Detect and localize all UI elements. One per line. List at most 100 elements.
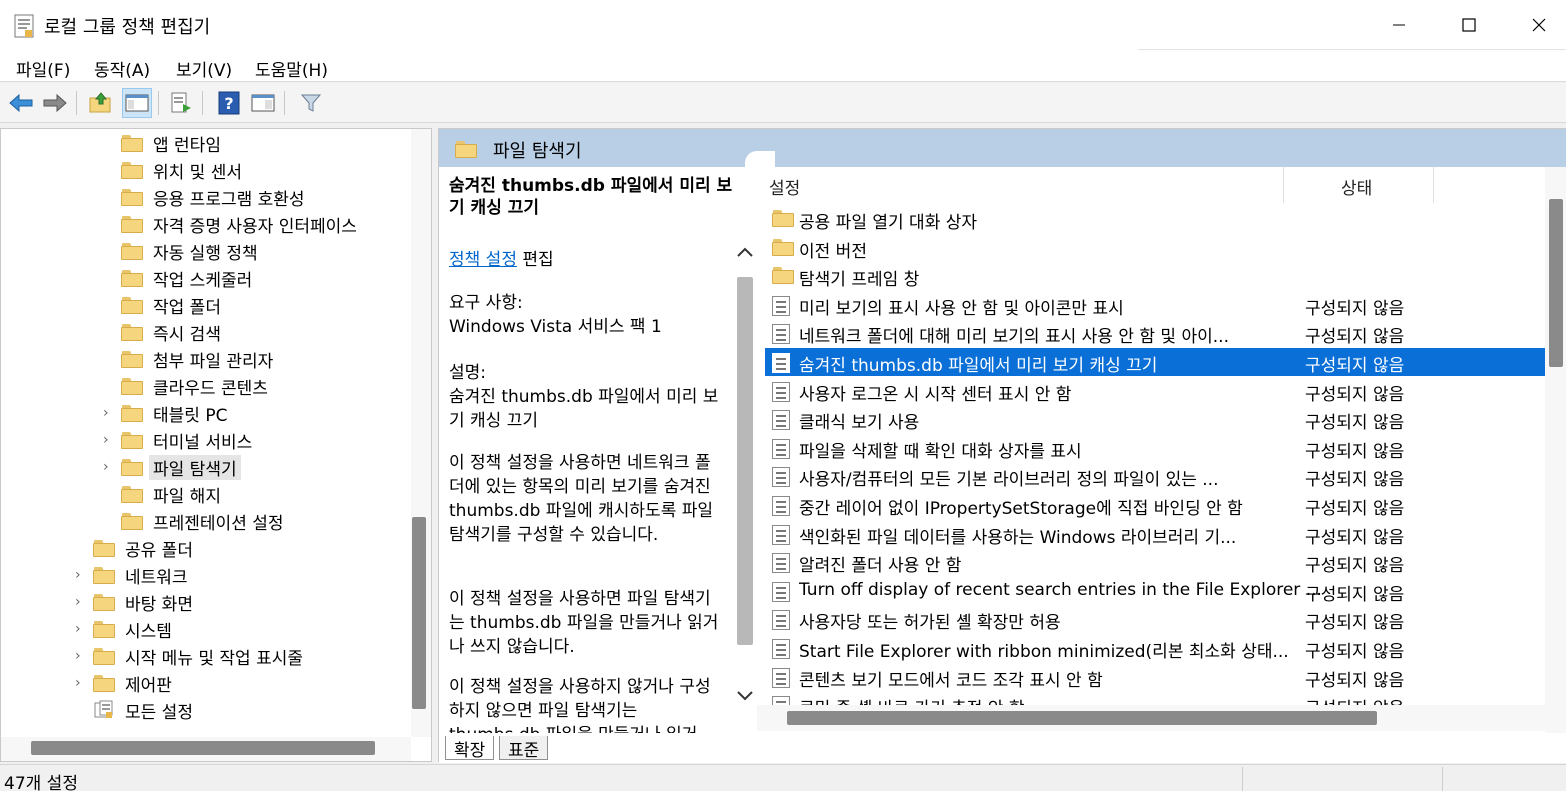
- tree-vertical-scrollbar[interactable]: [411, 129, 431, 737]
- tree-item[interactable]: 앱 런타임: [121, 130, 221, 156]
- column-divider[interactable]: [1283, 167, 1284, 203]
- column-header-setting[interactable]: 설정: [769, 174, 800, 199]
- setting-row[interactable]: 사용자 로그온 시 시작 센터 표시 안 함 구성되지 않음: [765, 377, 1545, 405]
- setting-row[interactable]: 사용자/컴퓨터의 모든 기본 라이브러리 정의 파일이 있는 ... 구성되지 않…: [765, 462, 1545, 490]
- tree-item[interactable]: › 네트워크: [75, 562, 188, 588]
- policy-setting-icon: [772, 438, 790, 459]
- folder-row[interactable]: 이전 버전: [765, 234, 1545, 262]
- tree-item[interactable]: › 터미널 서비스: [103, 427, 252, 453]
- chevron-right-icon[interactable]: ›: [75, 648, 81, 664]
- tab-extended[interactable]: 확장: [445, 736, 495, 761]
- filter-button[interactable]: [296, 88, 326, 118]
- tree-item[interactable]: 작업 폴더: [121, 292, 221, 318]
- tree-item[interactable]: › 바탕 화면: [75, 589, 193, 615]
- setting-row[interactable]: 사용자당 또는 허가된 셸 확장만 허용 구성되지 않음: [765, 605, 1545, 633]
- tree-item[interactable]: 프레젠테이션 설정: [121, 508, 284, 534]
- chevron-right-icon[interactable]: ›: [103, 459, 109, 475]
- folder-icon: [455, 141, 477, 158]
- policy-setting-icon: [772, 353, 790, 373]
- forward-button[interactable]: [40, 88, 70, 118]
- tab-standard[interactable]: 표준: [499, 736, 549, 761]
- setting-row[interactable]: 파일을 삭제할 때 확인 대화 상자를 표시 구성되지 않음: [765, 434, 1545, 462]
- table-horizontal-scroll-thumb[interactable]: [787, 711, 1377, 725]
- scroll-up-icon[interactable]: [736, 245, 754, 263]
- close-button[interactable]: [1504, 0, 1566, 50]
- setting-row[interactable]: 클래식 보기 사용 구성되지 않음: [765, 405, 1545, 433]
- tree-item-label: 응용 프로그램 호환성: [153, 189, 305, 210]
- policy-setting-icon: [772, 581, 790, 602]
- menu-help[interactable]: 도움말(H): [255, 56, 328, 81]
- chevron-right-icon[interactable]: ›: [75, 567, 81, 583]
- tree-item-label: 자동 실행 정책: [153, 243, 258, 264]
- setting-row[interactable]: 네트워크 폴더에 대해 미리 보기의 표시 사용 안 함 및 아이... 구성되지…: [765, 319, 1545, 347]
- help-button[interactable]: ?: [214, 88, 244, 118]
- setting-row[interactable]: Turn off display of recent search entrie…: [765, 577, 1545, 605]
- back-button[interactable]: [6, 88, 36, 118]
- tree-item[interactable]: 즉시 검색: [121, 319, 221, 345]
- tree-vertical-scroll-thumb[interactable]: [412, 517, 426, 709]
- tree-item[interactable]: 공유 폴더: [93, 535, 193, 561]
- menu-view[interactable]: 보기(V): [176, 56, 232, 81]
- folder-icon: [93, 674, 115, 692]
- tree-horizontal-scrollbar[interactable]: [1, 737, 411, 761]
- chevron-right-icon[interactable]: ›: [75, 675, 81, 691]
- tree-item-label: 모든 설정: [125, 702, 193, 723]
- requirements-value: Windows Vista 서비스 팩 1: [449, 317, 662, 337]
- menu-file[interactable]: 파일(F): [16, 56, 70, 81]
- folder-row[interactable]: 공용 파일 열기 대화 상자: [765, 205, 1545, 233]
- edit-label: 편집: [522, 250, 554, 270]
- tree-item[interactable]: 작업 스케줄러: [121, 265, 252, 291]
- chevron-right-icon[interactable]: ›: [103, 432, 109, 448]
- setting-row[interactable]: Start File Explorer with ribbon minimize…: [765, 634, 1545, 662]
- setting-row[interactable]: 알려진 폴더 사용 안 함 구성되지 않음: [765, 548, 1545, 576]
- policy-setting-link[interactable]: 정책 설정: [449, 250, 517, 270]
- scroll-down-icon[interactable]: [736, 689, 754, 707]
- description-scroll-thumb[interactable]: [737, 277, 753, 645]
- table-horizontal-scrollbar[interactable]: [757, 705, 1545, 731]
- chevron-right-icon[interactable]: ›: [75, 594, 81, 610]
- setting-state: 구성되지 않음: [1305, 670, 1405, 691]
- view-tabs: 확장 표준: [439, 733, 1566, 763]
- table-vertical-scroll-thumb[interactable]: [1549, 199, 1563, 367]
- properties-icon: [251, 94, 275, 112]
- tree-item[interactable]: 클라우드 콘텐츠: [121, 373, 268, 399]
- show-hide-tree-button[interactable]: [122, 88, 152, 118]
- chevron-right-icon[interactable]: ›: [75, 621, 81, 637]
- tree-item[interactable]: 응용 프로그램 호환성: [121, 184, 305, 210]
- properties-button[interactable]: [248, 88, 278, 118]
- up-folder-button[interactable]: [86, 88, 116, 118]
- export-list-button[interactable]: [166, 88, 196, 118]
- tree-item[interactable]: › 시작 메뉴 및 작업 표시줄: [75, 643, 303, 669]
- folder-icon: [121, 296, 143, 314]
- table-vertical-scrollbar[interactable]: [1545, 167, 1566, 733]
- description-vertical-scrollbar[interactable]: [733, 167, 757, 733]
- setting-name: 알려진 폴더 사용 안 함: [799, 556, 962, 577]
- setting-row[interactable]: 색인화된 파일 데이터를 사용하는 Windows 라이브러리 기... 구성되지…: [765, 520, 1545, 548]
- description-value: 숨겨진 thumbs.db 파일에서 미리 보기 캐싱 끄기: [449, 387, 719, 431]
- tree-item[interactable]: 자격 증명 사용자 인터페이스: [121, 211, 357, 237]
- tree-item[interactable]: 모든 설정: [93, 697, 193, 723]
- setting-row[interactable]: 콘텐츠 보기 모드에서 코드 조각 표시 안 함 구성되지 않음: [765, 663, 1545, 691]
- policy-setting-icon: [772, 324, 790, 345]
- tree-horizontal-scroll-thumb[interactable]: [31, 741, 375, 755]
- tree-item[interactable]: 파일 해지: [121, 481, 221, 507]
- tree-item[interactable]: 위치 및 센서: [121, 157, 242, 183]
- setting-row[interactable]: 중간 레이어 없이 IPropertySetStorage에 직접 바인딩 안 …: [765, 491, 1545, 519]
- setting-row[interactable]: 미리 보기의 표시 사용 안 함 및 아이콘만 표시 구성되지 않음: [765, 291, 1545, 319]
- tree-item-label: 작업 스케줄러: [153, 270, 253, 291]
- maximize-button[interactable]: [1434, 0, 1504, 50]
- tree-item[interactable]: › 파일 탐색기: [103, 454, 241, 480]
- minimize-button[interactable]: [1364, 0, 1434, 50]
- toolbar-separator: [76, 91, 77, 115]
- chevron-right-icon[interactable]: ›: [103, 405, 109, 421]
- column-divider[interactable]: [1433, 167, 1434, 203]
- setting-row[interactable]: 숨겨진 thumbs.db 파일에서 미리 보기 캐싱 끄기 구성되지 않음: [765, 348, 1545, 376]
- folder-row[interactable]: 탐색기 프레임 창: [765, 262, 1545, 290]
- tree-item[interactable]: › 시스템: [75, 616, 172, 642]
- tree-item[interactable]: 첨부 파일 관리자: [121, 346, 273, 372]
- tree-item[interactable]: 자동 실행 정책: [121, 238, 258, 264]
- tree-item[interactable]: › 제어판: [75, 670, 172, 696]
- column-header-state[interactable]: 상태: [1341, 174, 1372, 199]
- menu-action[interactable]: 동작(A): [94, 56, 150, 81]
- tree-item[interactable]: › 태블릿 PC: [103, 400, 227, 426]
